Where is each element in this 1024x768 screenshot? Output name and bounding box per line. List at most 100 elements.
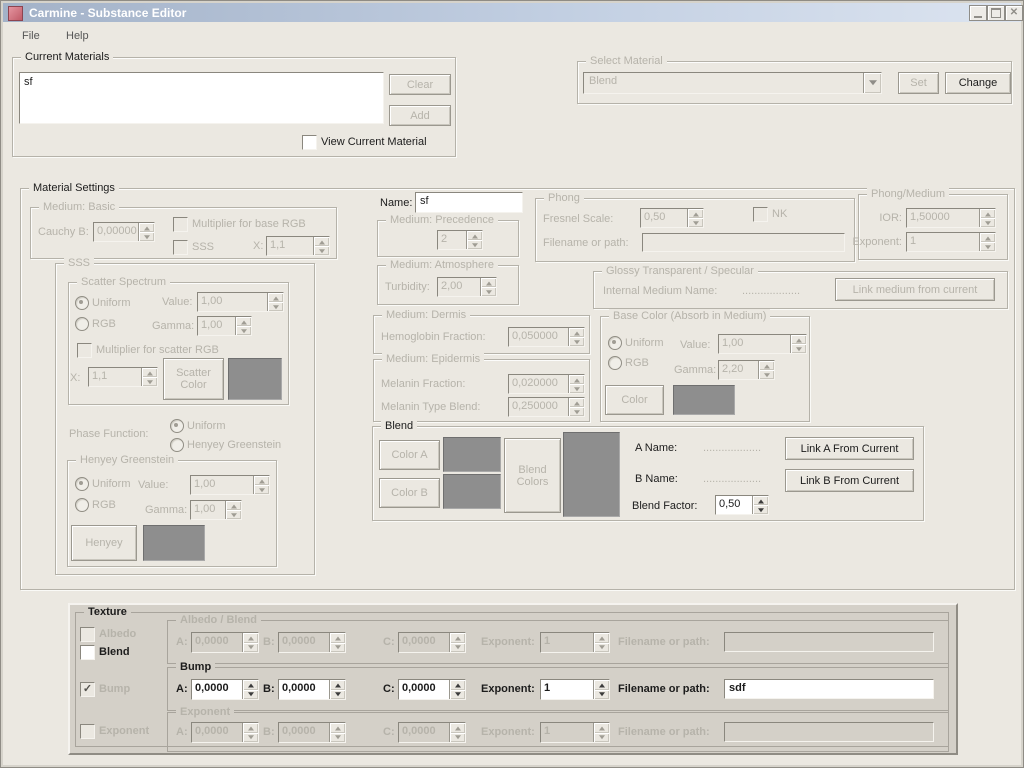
spin-up-icon[interactable] xyxy=(254,476,269,485)
change-button[interactable]: Change xyxy=(945,72,1011,94)
bump-exponent-spinner[interactable]: 1 xyxy=(540,679,610,700)
albedo-checkbox[interactable] xyxy=(80,627,95,642)
spin-up-icon[interactable] xyxy=(688,209,703,218)
spin-down-icon[interactable] xyxy=(753,505,768,514)
spin-up-icon[interactable] xyxy=(753,496,768,505)
spin-up-icon[interactable] xyxy=(594,723,609,733)
set-button[interactable]: Set xyxy=(898,72,939,94)
phase-henyey-radio[interactable] xyxy=(170,438,184,452)
view-current-material-checkbox[interactable] xyxy=(302,135,317,150)
spinner-arrows[interactable] xyxy=(242,723,258,742)
spin-up-icon[interactable] xyxy=(481,278,496,287)
spin-down-icon[interactable] xyxy=(330,690,345,700)
scatter-uniform-radio[interactable] xyxy=(75,296,89,310)
spinner-arrows[interactable] xyxy=(593,723,609,742)
maximize-button[interactable] xyxy=(987,5,1005,21)
spinner-arrows[interactable] xyxy=(449,723,465,742)
spin-up-icon[interactable] xyxy=(236,317,251,326)
spinner-arrows[interactable] xyxy=(480,278,496,296)
scatter-value-spinner[interactable]: 1,00 xyxy=(197,292,284,312)
spin-down-icon[interactable] xyxy=(569,407,584,416)
spin-up-icon[interactable] xyxy=(243,723,258,733)
exp-a-spinner[interactable]: 0,0000 xyxy=(191,722,259,743)
link-a-button[interactable]: Link A From Current xyxy=(785,437,914,460)
spin-down-icon[interactable] xyxy=(142,377,157,386)
spinner-arrows[interactable] xyxy=(790,335,806,353)
scatter-rgb-radio[interactable] xyxy=(75,317,89,331)
melanin-type-spinner[interactable]: 0,250000 xyxy=(508,397,585,417)
exponent-checkbox[interactable] xyxy=(80,724,95,739)
spin-down-icon[interactable] xyxy=(450,690,465,700)
spinner-arrows[interactable] xyxy=(329,633,345,652)
spin-down-icon[interactable] xyxy=(688,218,703,227)
hg-rgb-radio[interactable] xyxy=(75,498,89,512)
spin-up-icon[interactable] xyxy=(759,361,774,370)
spinner-arrows[interactable] xyxy=(449,680,465,699)
spin-up-icon[interactable] xyxy=(243,680,258,690)
close-button[interactable]: ✕ xyxy=(1005,5,1023,21)
spin-up-icon[interactable] xyxy=(330,680,345,690)
dropdown-arrow-icon[interactable] xyxy=(863,73,881,93)
exp-exponent-spinner[interactable]: 1 xyxy=(540,722,610,743)
spin-down-icon[interactable] xyxy=(594,690,609,700)
x-base-spinner[interactable]: 1,1 xyxy=(266,236,330,256)
link-medium-button[interactable]: Link medium from current xyxy=(835,278,995,301)
exp-filename-field[interactable] xyxy=(724,722,934,742)
nk-checkbox[interactable] xyxy=(753,207,768,222)
spinner-arrows[interactable] xyxy=(687,209,703,227)
color-b-button[interactable]: Color B xyxy=(379,478,440,508)
spin-down-icon[interactable] xyxy=(268,302,283,311)
spin-down-icon[interactable] xyxy=(569,384,584,393)
menu-help[interactable]: Help xyxy=(66,30,89,42)
material-combobox[interactable]: Blend xyxy=(583,72,882,94)
spinner-arrows[interactable] xyxy=(752,496,768,514)
spin-up-icon[interactable] xyxy=(569,328,584,337)
spinner-arrows[interactable] xyxy=(593,680,609,699)
spin-down-icon[interactable] xyxy=(330,733,345,743)
spinner-arrows[interactable] xyxy=(242,680,258,699)
albedo-a-spinner[interactable]: 0,0000 xyxy=(191,632,259,653)
spin-up-icon[interactable] xyxy=(594,680,609,690)
spin-down-icon[interactable] xyxy=(139,232,154,241)
multiplier-base-rgb-checkbox[interactable] xyxy=(173,217,188,232)
pm-exponent-spinner[interactable]: 1 xyxy=(906,232,996,252)
title-bar[interactable]: Carmine - Substance Editor ✕ xyxy=(3,3,1021,22)
spin-down-icon[interactable] xyxy=(594,733,609,743)
precedence-spinner[interactable]: 2 xyxy=(437,230,483,250)
spin-up-icon[interactable] xyxy=(569,375,584,384)
base-value-spinner[interactable]: 1,00 xyxy=(718,334,807,354)
base-color-button[interactable]: Color xyxy=(605,385,664,415)
spinner-arrows[interactable] xyxy=(138,223,154,241)
spin-down-icon[interactable] xyxy=(450,643,465,653)
cauchy-b-spinner[interactable]: 0,00000 xyxy=(93,222,155,242)
spinner-arrows[interactable] xyxy=(329,680,345,699)
fresnel-scale-spinner[interactable]: 0,50 xyxy=(640,208,704,228)
list-item[interactable]: sf xyxy=(24,75,379,89)
spin-up-icon[interactable] xyxy=(467,231,482,240)
base-uniform-radio[interactable] xyxy=(608,336,622,350)
spin-up-icon[interactable] xyxy=(330,633,345,643)
spin-up-icon[interactable] xyxy=(450,680,465,690)
spinner-arrows[interactable] xyxy=(568,375,584,393)
spin-down-icon[interactable] xyxy=(569,337,584,346)
spin-down-icon[interactable] xyxy=(243,643,258,653)
ior-spinner[interactable]: 1,50000 xyxy=(906,208,996,228)
spin-up-icon[interactable] xyxy=(314,237,329,246)
spinner-arrows[interactable] xyxy=(449,633,465,652)
spin-down-icon[interactable] xyxy=(226,510,241,519)
link-b-button[interactable]: Link B From Current xyxy=(785,469,914,492)
scatter-color-button[interactable]: Scatter Color xyxy=(163,358,224,400)
spin-down-icon[interactable] xyxy=(594,643,609,653)
spinner-arrows[interactable] xyxy=(242,633,258,652)
spinner-arrows[interactable] xyxy=(593,633,609,652)
albedo-c-spinner[interactable]: 0,0000 xyxy=(398,632,466,653)
phong-filename-field[interactable] xyxy=(642,233,845,252)
spin-down-icon[interactable] xyxy=(467,240,482,249)
scatter-x-spinner[interactable]: 1,1 xyxy=(88,367,158,387)
spinner-arrows[interactable] xyxy=(225,501,241,519)
hemoglobin-spinner[interactable]: 0,050000 xyxy=(508,327,585,347)
spin-up-icon[interactable] xyxy=(330,723,345,733)
spin-down-icon[interactable] xyxy=(980,218,995,227)
turbidity-spinner[interactable]: 2,00 xyxy=(437,277,497,297)
sss-checkbox[interactable] xyxy=(173,240,188,255)
